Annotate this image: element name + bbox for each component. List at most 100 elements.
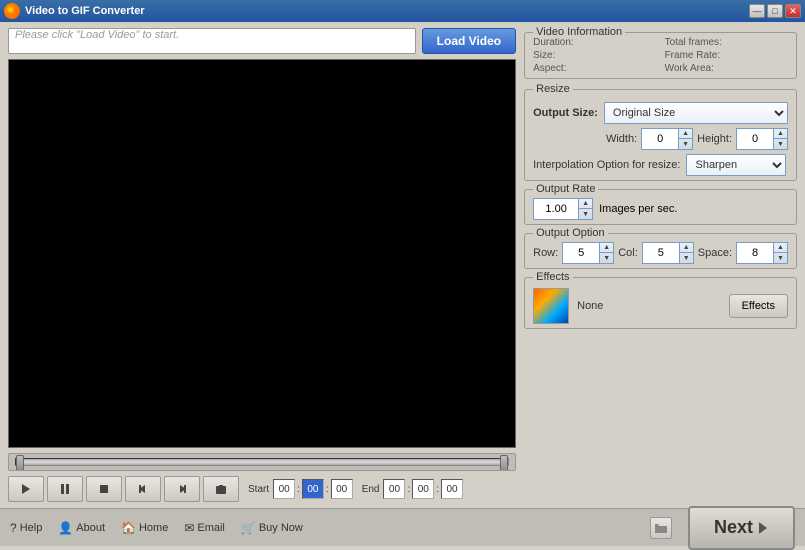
- prev-frame-button[interactable]: [125, 476, 161, 502]
- output-rate-title: Output Rate: [533, 183, 598, 195]
- effects-box: None Effects: [533, 288, 788, 324]
- work-area-label: Work Area:: [665, 63, 714, 74]
- row-input[interactable]: [563, 243, 599, 263]
- height-input[interactable]: [737, 129, 773, 149]
- seek-bar[interactable]: [8, 453, 516, 471]
- right-panel: Video Information Duration: Total frames…: [524, 28, 797, 502]
- width-up-button[interactable]: ▲: [678, 129, 692, 139]
- about-link[interactable]: 👤 About: [58, 521, 105, 535]
- buy-label: Buy Now: [259, 522, 303, 534]
- space-label: Space:: [698, 247, 732, 259]
- buy-link[interactable]: 🛒 Buy Now: [241, 521, 303, 535]
- restore-button[interactable]: □: [767, 4, 783, 18]
- snapshot-button[interactable]: [203, 476, 239, 502]
- buy-icon: 🛒: [241, 521, 256, 535]
- size-row: Size:: [533, 50, 656, 61]
- effects-panel: Effects None Effects: [524, 277, 797, 329]
- next-button[interactable]: Next: [688, 506, 795, 550]
- col-spinner[interactable]: ▲ ▼: [642, 242, 694, 264]
- email-link[interactable]: ✉ Email: [184, 521, 225, 535]
- effects-button[interactable]: Effects: [729, 294, 788, 318]
- width-spinner-btns: ▲ ▼: [678, 129, 692, 149]
- next-frame-button[interactable]: [164, 476, 200, 502]
- app-icon: [4, 3, 20, 19]
- play-button[interactable]: [8, 476, 44, 502]
- start-hours[interactable]: [273, 479, 295, 499]
- interpolation-select[interactable]: Sharpen Bilinear Bicubic Nearest: [686, 154, 786, 176]
- space-spinner-btns: ▲ ▼: [773, 243, 787, 263]
- end-seconds[interactable]: [441, 479, 463, 499]
- end-hours[interactable]: [383, 479, 405, 499]
- rate-label: Images per sec.: [599, 203, 677, 215]
- height-spinner[interactable]: ▲ ▼: [736, 128, 788, 150]
- folder-button[interactable]: [650, 517, 672, 539]
- file-path-display: Please click "Load Video" to start.: [8, 28, 416, 54]
- width-height-row: Width: ▲ ▼ Height: ▲ ▼: [533, 128, 788, 150]
- rate-up-button[interactable]: ▲: [578, 199, 592, 209]
- total-frames-row: Total frames:: [665, 37, 788, 48]
- video-info-grid: Duration: Total frames: Size: Frame Rate…: [533, 37, 788, 74]
- col-down-button[interactable]: ▼: [679, 253, 693, 263]
- space-spinner[interactable]: ▲ ▼: [736, 242, 788, 264]
- end-minutes[interactable]: [412, 479, 434, 499]
- width-input[interactable]: [642, 129, 678, 149]
- seek-thumb-right[interactable]: [500, 455, 508, 471]
- output-rate-panel: Output Rate ▲ ▼ Images per sec.: [524, 189, 797, 225]
- frame-rate-label: Frame Rate:: [665, 50, 721, 61]
- frame-rate-row: Frame Rate:: [665, 50, 788, 61]
- stop-button[interactable]: [86, 476, 122, 502]
- space-down-button[interactable]: ▼: [773, 253, 787, 263]
- start-seconds[interactable]: [331, 479, 353, 499]
- bottom-bar: ? Help 👤 About 🏠 Home ✉ Email 🛒 Buy Now …: [0, 508, 805, 546]
- next-label: Next: [714, 517, 753, 538]
- pause-button[interactable]: [47, 476, 83, 502]
- space-input[interactable]: [737, 243, 773, 263]
- rate-row: ▲ ▼ Images per sec.: [533, 198, 788, 220]
- col-input[interactable]: [643, 243, 679, 263]
- option-row: Row: ▲ ▼ Col: ▲ ▼ Space:: [533, 242, 788, 264]
- rate-spinner[interactable]: ▲ ▼: [533, 198, 593, 220]
- row-down-button[interactable]: ▼: [599, 253, 613, 263]
- height-down-button[interactable]: ▼: [773, 139, 787, 149]
- start-minutes[interactable]: [302, 479, 324, 499]
- title-bar: Video to GIF Converter — □ ✕: [0, 0, 805, 22]
- video-info-panel: Video Information Duration: Total frames…: [524, 32, 797, 79]
- size-label: Size:: [533, 50, 555, 61]
- resize-panel: Resize Output Size: Original Size 320x24…: [524, 89, 797, 181]
- help-icon: ?: [10, 521, 17, 535]
- effect-name: None: [577, 300, 720, 312]
- load-video-button[interactable]: Load Video: [422, 28, 516, 54]
- row-spinner-btns: ▲ ▼: [599, 243, 613, 263]
- rate-input[interactable]: [534, 199, 578, 219]
- home-link[interactable]: 🏠 Home: [121, 521, 168, 535]
- email-icon: ✉: [184, 521, 194, 535]
- row-spinner[interactable]: ▲ ▼: [562, 242, 614, 264]
- app-title: Video to GIF Converter: [25, 5, 749, 17]
- col-up-button[interactable]: ▲: [679, 243, 693, 253]
- space-up-button[interactable]: ▲: [773, 243, 787, 253]
- close-button[interactable]: ✕: [785, 4, 801, 18]
- width-down-button[interactable]: ▼: [678, 139, 692, 149]
- output-size-label: Output Size:: [533, 107, 598, 119]
- row-label: Row:: [533, 247, 558, 259]
- help-label: Help: [20, 522, 43, 534]
- rate-spinner-btns: ▲ ▼: [578, 199, 592, 219]
- help-link[interactable]: ? Help: [10, 521, 42, 535]
- seek-thumb-left[interactable]: [16, 455, 24, 471]
- output-size-select[interactable]: Original Size 320x240 640x480 800x600: [604, 102, 788, 124]
- col-spinner-btns: ▲ ▼: [679, 243, 693, 263]
- height-up-button[interactable]: ▲: [773, 129, 787, 139]
- width-spinner[interactable]: ▲ ▼: [641, 128, 693, 150]
- about-label: About: [76, 522, 105, 534]
- output-option-panel: Output Option Row: ▲ ▼ Col: ▲ ▼: [524, 233, 797, 269]
- video-info-title: Video Information: [533, 26, 625, 38]
- rate-down-button[interactable]: ▼: [578, 209, 592, 219]
- width-label: Width:: [606, 133, 637, 145]
- row-up-button[interactable]: ▲: [599, 243, 613, 253]
- aspect-label: Aspect:: [533, 63, 566, 74]
- email-label: Email: [197, 522, 225, 534]
- minimize-button[interactable]: —: [749, 4, 765, 18]
- interpolation-row: Interpolation Option for resize: Sharpen…: [533, 154, 788, 176]
- start-label: Start: [246, 484, 271, 495]
- main-content: Please click "Load Video" to start. Load…: [0, 22, 805, 508]
